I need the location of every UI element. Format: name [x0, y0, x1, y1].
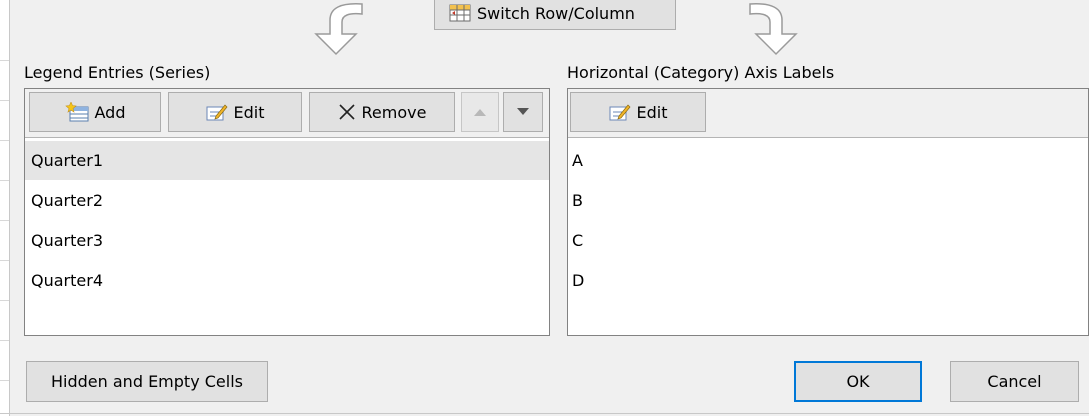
category-list-item[interactable]: B: [568, 181, 1088, 220]
switch-row-column-icon: [449, 4, 471, 22]
triangle-down-icon: [517, 108, 529, 115]
edit-axis-labels-button[interactable]: Edit: [570, 92, 706, 132]
ok-label: OK: [846, 372, 870, 391]
series-list-item[interactable]: Quarter1: [25, 141, 549, 180]
edit-series-label: Edit: [233, 102, 265, 122]
close-icon: [338, 104, 355, 120]
category-list-item[interactable]: D: [568, 261, 1088, 300]
edit-axis-labels-icon: [609, 104, 630, 121]
add-series-button[interactable]: Add: [29, 92, 161, 132]
left-worksheet-edge: [0, 0, 10, 416]
edit-series-icon: [206, 104, 227, 121]
axis-labels-toolbar: Edit: [568, 89, 1088, 138]
curved-arrow-right-icon: [749, 3, 798, 56]
remove-series-label: Remove: [361, 102, 427, 122]
legend-toolbar: Add Edit Remove: [25, 89, 549, 138]
switch-row-column-button[interactable]: Switch Row/Column: [434, 0, 676, 30]
remove-series-button[interactable]: Remove: [309, 92, 455, 132]
series-list-item[interactable]: Quarter4: [25, 261, 549, 300]
hidden-empty-cells-button[interactable]: Hidden and Empty Cells: [26, 361, 268, 402]
edit-axis-labels-label: Edit: [636, 102, 668, 122]
curved-arrow-left-icon: [314, 3, 363, 56]
edit-series-button[interactable]: Edit: [168, 92, 302, 132]
legend-entries-panel: Add Edit Remove Quarter1 Quarter2 Quarte…: [24, 88, 550, 336]
cancel-label: Cancel: [987, 372, 1042, 391]
triangle-up-icon: [474, 109, 486, 116]
move-up-button[interactable]: [461, 92, 499, 132]
category-list-item[interactable]: A: [568, 141, 1088, 180]
category-list-item[interactable]: C: [568, 221, 1088, 260]
add-series-icon: [64, 102, 88, 122]
axis-labels-panel: Edit A B C D: [567, 88, 1089, 336]
move-down-button[interactable]: [503, 92, 543, 132]
add-series-label: Add: [94, 102, 126, 122]
dialog-bottom-border: [0, 413, 1089, 414]
series-list-item[interactable]: Quarter2: [25, 181, 549, 220]
series-list-item[interactable]: Quarter3: [25, 221, 549, 260]
ok-button[interactable]: OK: [794, 361, 922, 402]
legend-entries-heading: Legend Entries (Series): [24, 63, 211, 82]
hidden-empty-cells-label: Hidden and Empty Cells: [51, 372, 243, 391]
axis-labels-heading: Horizontal (Category) Axis Labels: [567, 63, 835, 82]
switch-row-column-label: Switch Row/Column: [477, 3, 635, 23]
cancel-button[interactable]: Cancel: [950, 361, 1079, 402]
